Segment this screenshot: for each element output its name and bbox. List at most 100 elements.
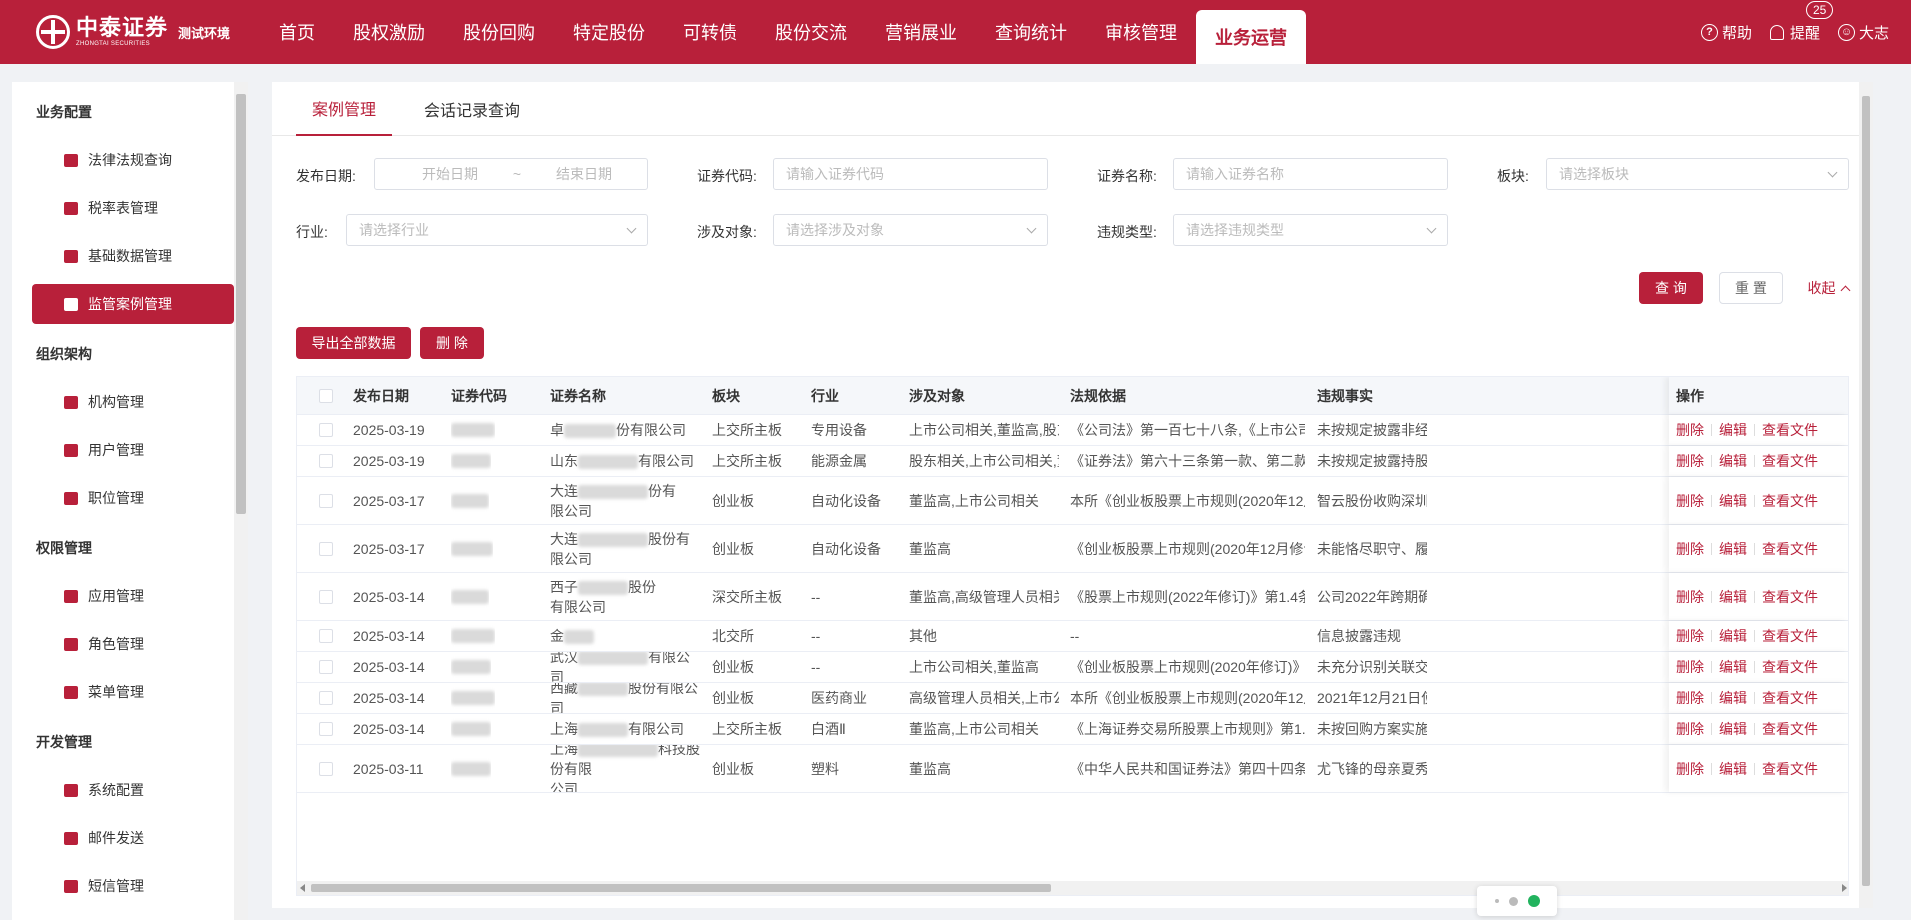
- nav-item-7[interactable]: 查询统计: [976, 0, 1086, 64]
- sidebar-item[interactable]: 菜单管理: [32, 672, 234, 712]
- view-file-link[interactable]: 查看文件: [1762, 587, 1818, 607]
- delete-row-link[interactable]: 删除: [1676, 657, 1704, 677]
- sidebar-item[interactable]: 监管案例管理: [32, 284, 234, 324]
- row-checkbox[interactable]: [319, 423, 333, 437]
- row-checkbox[interactable]: [319, 493, 333, 508]
- violation-type-select[interactable]: 请选择违规类型: [1173, 214, 1448, 246]
- view-file-link[interactable]: 查看文件: [1762, 626, 1818, 646]
- user-menu[interactable]: ☺ 大志: [1837, 22, 1889, 43]
- view-file-link[interactable]: 查看文件: [1762, 451, 1818, 471]
- table-row[interactable]: 2025-03-19 山东 有限公司 上交所主板 能源金属 股东相关,上市公司相关,董… 《…: [297, 446, 1848, 477]
- delete-row-link[interactable]: 删除: [1676, 539, 1704, 559]
- object-select[interactable]: 请选择涉及对象: [773, 214, 1048, 246]
- industry-select[interactable]: 请选择行业: [346, 214, 648, 246]
- view-file-link[interactable]: 查看文件: [1762, 491, 1818, 511]
- query-button[interactable]: 查 询: [1639, 272, 1703, 304]
- table-row[interactable]: 2025-03-14 西藏股份有限公司创业板 医药商业 高级管理人员相关,上市公… 本所…: [297, 683, 1848, 714]
- board-select[interactable]: 请选择板块: [1546, 158, 1849, 190]
- scroll-left-icon[interactable]: [300, 884, 305, 892]
- view-file-link[interactable]: 查看文件: [1762, 759, 1818, 779]
- main-scroll-thumb[interactable]: [1862, 96, 1870, 886]
- row-checkbox[interactable]: [319, 722, 333, 736]
- view-file-link[interactable]: 查看文件: [1762, 688, 1818, 708]
- delete-row-link[interactable]: 删除: [1676, 491, 1704, 511]
- sidebar-item[interactable]: 用户管理: [32, 430, 234, 470]
- help-button[interactable]: ? 帮助: [1700, 22, 1752, 43]
- security-code-input[interactable]: [786, 166, 1047, 182]
- table-row[interactable]: 2025-03-14 金 北交所 -- 其他 -- 信息披露违规 删除 编辑 查看文件: [297, 621, 1848, 652]
- sidebar-item[interactable]: 机构管理: [32, 382, 234, 422]
- table-row[interactable]: 2025-03-17 大连 份有 限公司 创业板 自动化设备 董监高,上市公司相关 本所《创业…: [297, 477, 1848, 525]
- row-checkbox[interactable]: [319, 660, 333, 674]
- tab-session-records[interactable]: 会话记录查询: [408, 82, 536, 136]
- row-checkbox[interactable]: [319, 541, 333, 556]
- sidebar-item[interactable]: 税率表管理: [32, 188, 234, 228]
- reset-button[interactable]: 重 置: [1719, 272, 1783, 304]
- edit-row-link[interactable]: 编辑: [1719, 587, 1747, 607]
- sidebar-item[interactable]: 角色管理: [32, 624, 234, 664]
- security-name-input[interactable]: [1186, 166, 1447, 182]
- nav-item-1[interactable]: 股权激励: [334, 0, 444, 64]
- edit-row-link[interactable]: 编辑: [1719, 719, 1747, 739]
- table-row[interactable]: 2025-03-17 大连 股份有 限公司 创业板 自动化设备 董监高 《创业板股票上市规则(…: [297, 525, 1848, 573]
- sidebar-item[interactable]: 短信管理: [32, 866, 234, 906]
- nav-item-9[interactable]: 业务运营: [1196, 10, 1306, 64]
- main-scrollbar[interactable]: [1859, 82, 1873, 908]
- sidebar-item[interactable]: 职位管理: [32, 478, 234, 518]
- delete-button[interactable]: 删 除: [420, 327, 484, 359]
- nav-item-3[interactable]: 特定股份: [554, 0, 664, 64]
- delete-row-link[interactable]: 删除: [1676, 759, 1704, 779]
- view-file-link[interactable]: 查看文件: [1762, 420, 1818, 440]
- nav-item-4[interactable]: 可转债: [664, 0, 756, 64]
- delete-row-link[interactable]: 删除: [1676, 420, 1704, 440]
- sidebar-item[interactable]: 基础数据管理: [32, 236, 234, 276]
- date-end[interactable]: 结束日期: [521, 164, 647, 184]
- edit-row-link[interactable]: 编辑: [1719, 539, 1747, 559]
- nav-item-0[interactable]: 首页: [260, 0, 334, 64]
- table-horizontal-scrollbar[interactable]: [297, 881, 1848, 895]
- brand-logo[interactable]: 中泰证券 ZHONGTAI SECURITIES 测试环境: [36, 0, 236, 64]
- edit-row-link[interactable]: 编辑: [1719, 688, 1747, 708]
- sidebar-item[interactable]: 邮件发送: [32, 818, 234, 858]
- edit-row-link[interactable]: 编辑: [1719, 657, 1747, 677]
- row-checkbox[interactable]: [319, 691, 333, 705]
- delete-row-link[interactable]: 删除: [1676, 719, 1704, 739]
- collapse-button[interactable]: 收起: [1803, 272, 1853, 304]
- sidebar-item[interactable]: 系统配置: [32, 770, 234, 810]
- select-all-checkbox[interactable]: [319, 388, 333, 403]
- table-row[interactable]: 2025-03-14 上海 有限公司 上交所主板 白酒Ⅱ 董监高,上市公司相关 《上海证券交…: [297, 714, 1848, 745]
- tab-case-management[interactable]: 案例管理: [296, 82, 393, 136]
- table-row[interactable]: 2025-03-19 卓 份有限公司 上交所主板 专用设备 上市公司相关,董监高,股东… 《…: [297, 415, 1848, 446]
- date-range-picker[interactable]: 开始日期 ~ 结束日期: [374, 158, 648, 190]
- row-checkbox[interactable]: [319, 454, 333, 468]
- sidebar-item[interactable]: 法律法规查询: [32, 140, 234, 180]
- row-checkbox[interactable]: [319, 761, 333, 776]
- delete-row-link[interactable]: 删除: [1676, 688, 1704, 708]
- edit-row-link[interactable]: 编辑: [1719, 626, 1747, 646]
- nav-item-5[interactable]: 股份交流: [756, 0, 866, 64]
- view-file-link[interactable]: 查看文件: [1762, 657, 1818, 677]
- delete-row-link[interactable]: 删除: [1676, 451, 1704, 471]
- nav-item-6[interactable]: 营销展业: [866, 0, 976, 64]
- table-row[interactable]: 2025-03-14 武汉 有限公司 创业板 -- 上市公司相关,董监高 《创业板股票上市规…: [297, 652, 1848, 683]
- view-file-link[interactable]: 查看文件: [1762, 539, 1818, 559]
- sidebar-scrollbar[interactable]: [234, 82, 248, 920]
- row-checkbox[interactable]: [319, 589, 333, 604]
- scroll-right-icon[interactable]: [1842, 884, 1847, 892]
- nav-item-2[interactable]: 股份回购: [444, 0, 554, 64]
- export-all-button[interactable]: 导出全部数据: [296, 327, 411, 359]
- edit-row-link[interactable]: 编辑: [1719, 491, 1747, 511]
- edit-row-link[interactable]: 编辑: [1719, 420, 1747, 440]
- row-checkbox[interactable]: [319, 629, 333, 643]
- table-row[interactable]: 2025-03-14 西子 股份 有限公司 深交所主板 -- 董监高,高级管理人员相关 《股票…: [297, 573, 1848, 621]
- nav-item-8[interactable]: 审核管理: [1086, 0, 1196, 64]
- view-file-link[interactable]: 查看文件: [1762, 719, 1818, 739]
- floating-widget[interactable]: [1477, 886, 1557, 916]
- table-row[interactable]: 2025-03-11 上海 科技股份有限 公司 创业板 塑料 董监高 《中华人民共和国证券法》…: [297, 745, 1848, 793]
- delete-row-link[interactable]: 删除: [1676, 587, 1704, 607]
- sidebar-scroll-thumb[interactable]: [236, 94, 246, 514]
- remind-button[interactable]: 提醒 25: [1769, 0, 1834, 43]
- table-scroll-thumb[interactable]: [311, 884, 1051, 892]
- date-start[interactable]: 开始日期: [387, 164, 513, 184]
- delete-row-link[interactable]: 删除: [1676, 626, 1704, 646]
